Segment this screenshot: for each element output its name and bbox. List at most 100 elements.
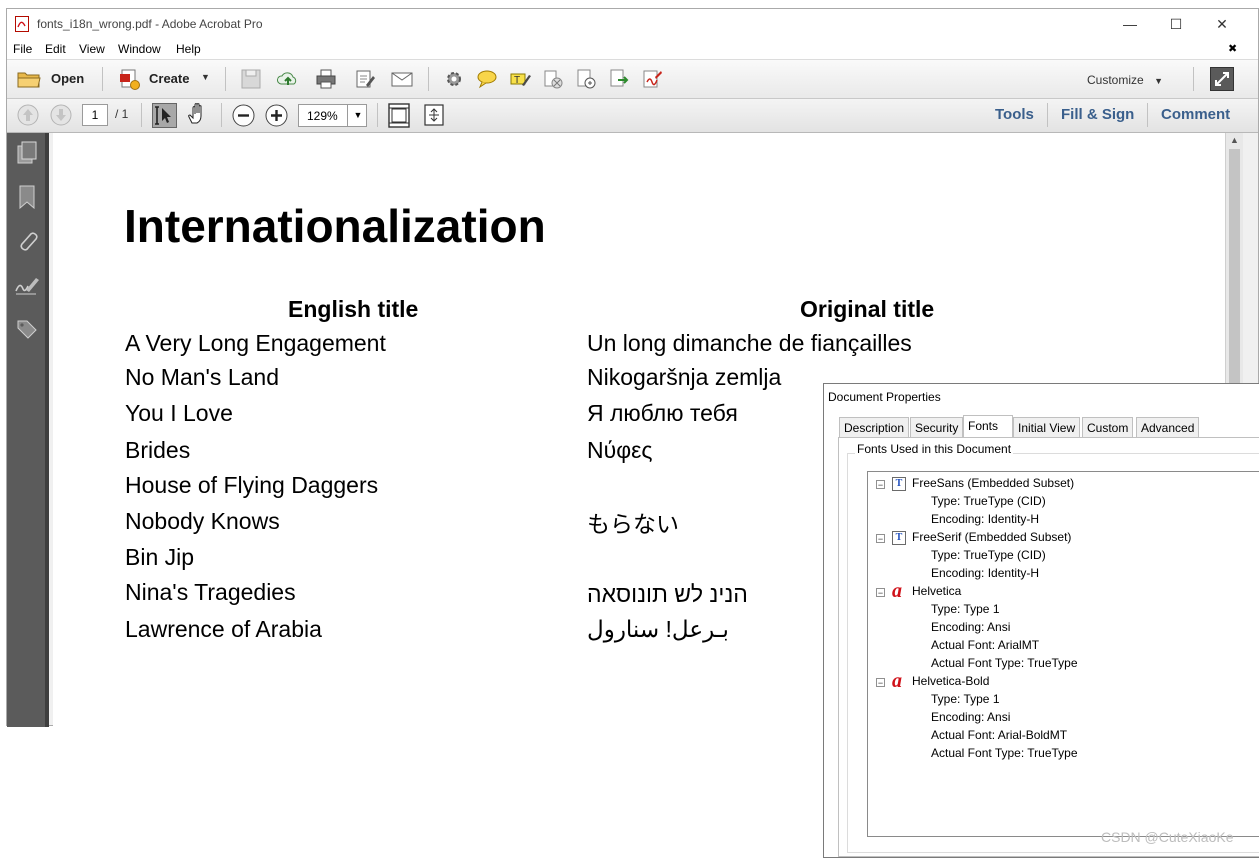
tab-advanced[interactable]: Advanced	[1136, 417, 1200, 437]
truetype-font-icon: T	[892, 531, 906, 545]
hand-tool-icon[interactable]	[185, 103, 210, 128]
column-header-english: English title	[288, 296, 419, 322]
fonts-tree[interactable]: − T FreeSans (Embedded Subset) Type: Tru…	[867, 471, 1259, 837]
menu-help[interactable]: Help	[176, 42, 201, 56]
signatures-icon[interactable]	[14, 273, 40, 297]
select-tool-icon[interactable]	[152, 103, 177, 128]
tab-initial-view[interactable]: Initial View	[1013, 417, 1081, 437]
edit-document-icon[interactable]	[354, 68, 376, 90]
font-property: Actual Font Type: TrueType	[931, 656, 1078, 670]
font-property: Type: TrueType (CID)	[931, 548, 1046, 562]
highlight-text-icon[interactable]: T	[509, 68, 531, 90]
tab-security[interactable]: Security	[910, 417, 964, 437]
close-document-icon[interactable]: ✖	[1228, 42, 1237, 55]
english-title-cell: Nobody Knows	[125, 508, 280, 534]
tab-description[interactable]: Description	[839, 417, 910, 437]
english-title-cell: Lawrence of Arabia	[125, 616, 322, 642]
fill-sign-pane-link[interactable]: Fill & Sign	[1061, 106, 1134, 123]
font-property: Type: TrueType (CID)	[931, 494, 1046, 508]
font-property: Type: Type 1	[931, 602, 1000, 616]
title-bar[interactable]: fonts_i18n_wrong.pdf - Adobe Acrobat Pro…	[7, 9, 1258, 39]
fonts-tab-panel: Fonts Used in this Document − T FreeSans…	[838, 437, 1259, 857]
font-property: Encoding: Identity-H	[931, 512, 1040, 526]
remove-page-icon[interactable]	[542, 68, 564, 90]
english-title-cell: A Very Long Engagement	[125, 330, 386, 356]
zoom-out-icon[interactable]	[232, 104, 255, 127]
create-button[interactable]: Create ▼	[117, 67, 213, 91]
toolbar-separator	[428, 67, 429, 91]
bookmarks-icon[interactable]	[16, 185, 38, 209]
folder-icon	[17, 72, 41, 88]
protect-document-icon[interactable]	[575, 68, 597, 90]
scrolling-mode-icon[interactable]	[423, 103, 445, 127]
toolbar-separator	[221, 103, 222, 127]
type1-font-icon: a	[892, 580, 902, 602]
collapse-icon[interactable]: −	[876, 534, 885, 544]
scroll-up-icon[interactable]: ▲	[1230, 135, 1239, 145]
original-title-cell: بـرعل! سنارول	[587, 616, 729, 642]
attachments-icon[interactable]	[16, 229, 38, 253]
minimize-icon: —	[1123, 16, 1137, 32]
pdf-app-icon	[15, 16, 29, 32]
menu-window[interactable]: Window	[118, 42, 161, 56]
maximize-icon: ☐	[1169, 16, 1183, 32]
toolbar-separator	[377, 103, 378, 127]
original-title-cell: Nikogaršnja zemlja	[587, 364, 782, 390]
zoom-select[interactable]: 129% ▼	[298, 104, 367, 127]
previous-page-icon[interactable]	[17, 104, 39, 126]
close-button[interactable]: ✕	[1199, 9, 1245, 39]
next-page-icon[interactable]	[50, 104, 72, 126]
english-title-cell: You I Love	[125, 400, 233, 426]
page-thumbnails-icon[interactable]	[16, 141, 38, 165]
collapse-icon[interactable]: −	[876, 678, 885, 688]
sign-document-icon[interactable]	[641, 68, 663, 90]
create-label: Create	[149, 71, 190, 86]
font-name[interactable]: Helvetica	[912, 584, 961, 598]
menu-edit[interactable]: Edit	[45, 42, 66, 56]
menu-view[interactable]: View	[79, 42, 105, 56]
upload-cloud-icon[interactable]	[277, 68, 299, 90]
comment-icon[interactable]	[476, 68, 498, 90]
gear-icon[interactable]	[443, 68, 465, 90]
original-title-cell: もらない	[587, 511, 679, 537]
print-icon[interactable]	[315, 68, 337, 90]
open-label: Open	[51, 71, 85, 86]
font-name[interactable]: FreeSerif (Embedded Subset)	[912, 530, 1071, 544]
english-title-cell: Nina's Tragedies	[125, 579, 296, 605]
navigation-toolbar: 1 / 1 129% ▼ Tools Fill & Sign Comment	[7, 99, 1258, 133]
export-document-icon[interactable]	[608, 68, 630, 90]
toolbar-separator	[102, 67, 103, 91]
document-properties-dialog: Document Properties Description Security…	[823, 383, 1259, 858]
read-mode-icon[interactable]	[1210, 67, 1234, 91]
page-number-input[interactable]: 1	[82, 104, 108, 126]
tags-icon[interactable]	[16, 317, 38, 341]
comment-pane-link[interactable]: Comment	[1161, 106, 1230, 123]
fit-page-icon[interactable]	[387, 103, 411, 128]
maximize-button[interactable]: ☐	[1153, 9, 1199, 39]
tab-custom[interactable]: Custom	[1082, 417, 1134, 437]
font-name[interactable]: Helvetica-Bold	[912, 674, 989, 688]
toolbar-separator	[141, 103, 142, 127]
zoom-in-icon[interactable]	[265, 104, 288, 127]
open-button[interactable]: Open	[15, 67, 95, 91]
font-property: Actual Font: ArialMT	[931, 638, 1040, 652]
chevron-down-icon: ▼	[347, 105, 368, 126]
font-name[interactable]: FreeSans (Embedded Subset)	[912, 476, 1074, 490]
save-icon[interactable]	[240, 68, 262, 90]
menu-file[interactable]: File	[13, 42, 32, 56]
customize-button[interactable]: Customize ▼	[1087, 71, 1163, 89]
english-title-cell: House of Flying Daggers	[125, 472, 379, 498]
english-title-cell: No Man's Land	[125, 364, 279, 390]
collapse-icon[interactable]: −	[876, 480, 885, 490]
window-title: fonts_i18n_wrong.pdf - Adobe Acrobat Pro	[37, 17, 263, 31]
font-property: Encoding: Identity-H	[931, 566, 1040, 580]
email-icon[interactable]	[391, 68, 413, 90]
minimize-button[interactable]: —	[1107, 9, 1153, 39]
truetype-font-icon: T	[892, 477, 906, 491]
english-title-cell: Brides	[125, 437, 191, 463]
tools-pane-link[interactable]: Tools	[995, 106, 1034, 123]
dialog-title: Document Properties	[828, 390, 941, 404]
tab-fonts[interactable]: Fonts	[963, 415, 1013, 438]
toolbar-separator	[1147, 103, 1148, 127]
collapse-icon[interactable]: −	[876, 588, 885, 598]
